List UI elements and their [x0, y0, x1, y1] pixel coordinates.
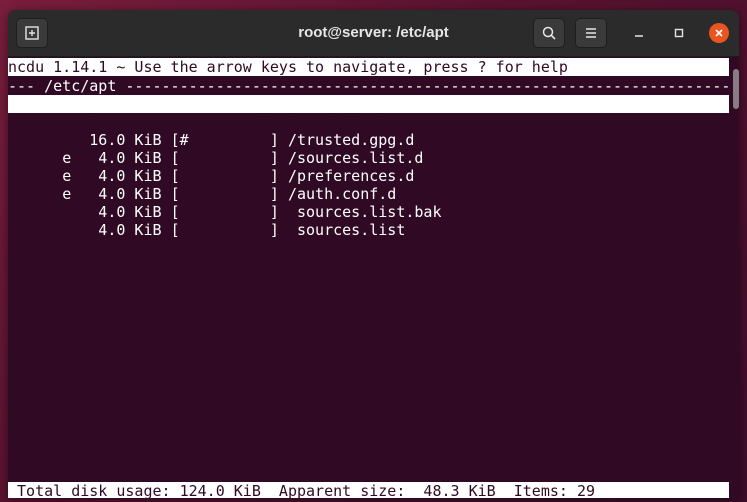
scrollbar[interactable] — [733, 69, 739, 109]
file-row[interactable]: 4.0 KiB [ ] sources.list.bak — [8, 185, 441, 221]
close-icon — [715, 29, 723, 37]
hamburger-menu-icon — [586, 28, 596, 38]
maximize-button[interactable] — [668, 22, 690, 44]
minimize-icon — [635, 35, 643, 37]
menu-button[interactable] — [575, 18, 607, 48]
file-row[interactable]: 4.0 KiB [ ] sources.list — [8, 203, 405, 239]
stray-character: t — [8, 194, 9, 212]
new-tab-icon — [25, 26, 39, 40]
terminal-window: root@server: /etc/apt ncdu 1.14.1 ~ Use … — [8, 10, 739, 498]
file-row-selected[interactable]: 84.0 KiB [##########] /apt.conf.d — [8, 95, 729, 131]
file-row[interactable]: 16.0 KiB [# ] /trusted.gpg.d — [8, 113, 414, 149]
terminal-content[interactable]: ncdu 1.14.1 ~ Use the arrow keys to navi… — [8, 57, 739, 498]
search-button[interactable] — [533, 18, 565, 48]
maximize-icon — [674, 28, 684, 38]
search-icon — [542, 26, 556, 40]
title-bar: root@server: /etc/apt — [8, 10, 739, 57]
ncdu-header: ncdu 1.14.1 ~ Use the arrow keys to navi… — [8, 58, 729, 76]
file-row[interactable]: e 4.0 KiB [ ] /preferences.d — [8, 149, 414, 185]
new-tab-button[interactable] — [16, 18, 48, 48]
row-prefix — [62, 221, 71, 239]
row-name: sources.list — [287, 221, 406, 239]
minimize-button[interactable] — [628, 22, 650, 44]
window-title: root@server: /etc/apt — [298, 24, 449, 41]
file-row[interactable]: e 4.0 KiB [ ] /sources.list.d — [8, 131, 423, 167]
current-path-line: --- /etc/apt ---------------------------… — [8, 77, 739, 95]
status-bar: Total disk usage: 124.0 KiB Apparent siz… — [8, 482, 729, 498]
row-size: 4.0 KiB — [71, 221, 162, 239]
close-button[interactable] — [708, 22, 730, 44]
row-bar: [ ] — [170, 221, 279, 239]
file-row[interactable]: e 4.0 KiB [ ] /auth.conf.d — [8, 167, 396, 203]
